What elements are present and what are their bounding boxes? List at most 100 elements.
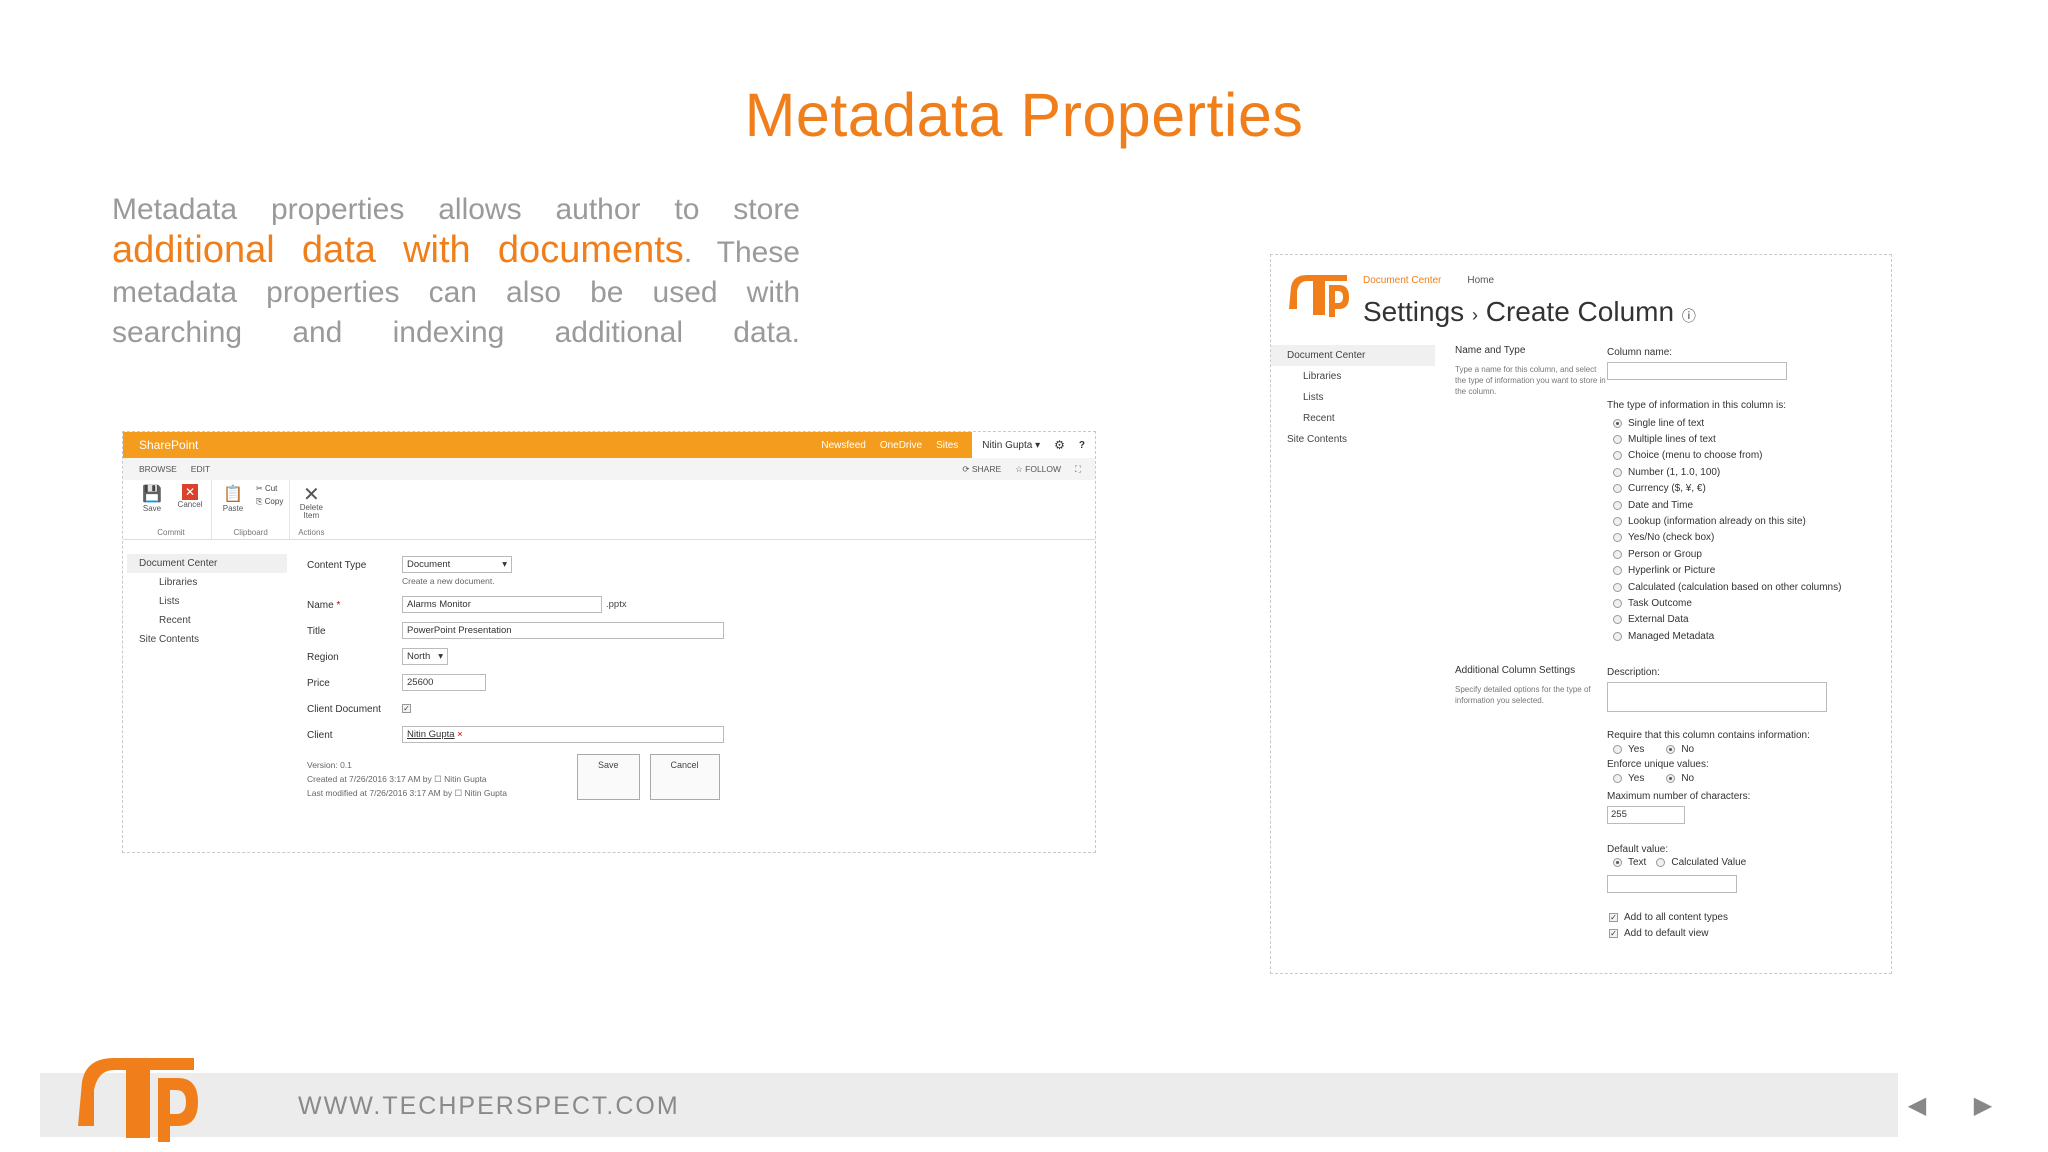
type-radio[interactable]: Calculated (calculation based on other c… [1613,579,1873,595]
type-radio[interactable]: Multiple lines of text [1613,431,1873,447]
content-type-select[interactable]: Document ▾ [402,556,512,573]
cut-button[interactable]: ✂ Cut [256,484,283,493]
tab-browse[interactable]: BROWSE [139,464,177,474]
link-sites[interactable]: Sites [936,440,958,451]
add-default-view-checkbox[interactable]: ✓ Add to default view [1609,926,1873,942]
require-no-radio[interactable]: No [1666,741,1694,757]
help-icon[interactable]: ? [1079,440,1085,451]
require-label: Require that this column contains inform… [1607,730,1810,741]
crumb-home[interactable]: Home [1467,275,1494,286]
unique-no-radio[interactable]: No [1666,770,1694,786]
paste-button[interactable]: 📋 Paste [218,484,248,513]
nav-libraries[interactable]: Libraries [1271,366,1435,387]
max-chars-input[interactable]: 255 [1607,805,1685,824]
previous-slide-arrow-icon[interactable]: ◀ [1902,1090,1932,1120]
nav-site-contents[interactable]: Site Contents [1271,429,1435,450]
type-radio[interactable]: Managed Metadata [1613,628,1873,644]
nav-document-center[interactable]: Document Center [1271,345,1435,366]
link-onedrive[interactable]: OneDrive [880,440,922,451]
no-label: No [1681,743,1695,755]
nav-recent[interactable]: Recent [1271,408,1435,429]
additional-settings-section: Additional Column Settings Specify detai… [1435,665,1607,942]
title-label: Title [307,626,326,637]
focus-icon[interactable]: ⛶ [1075,464,1081,475]
ribbon-cancel-label: Cancel [177,500,203,509]
suite-bar: SharePoint Newsfeed OneDrive Sites Nitin… [123,432,1095,458]
nav-libraries[interactable]: Libraries [127,573,287,592]
type-option-label: Currency ($, ¥, €) [1628,483,1706,495]
ribbon-save-button[interactable]: 💾 Save [137,484,167,513]
tab-edit[interactable]: EDIT [191,464,210,474]
remove-icon[interactable]: × [457,729,463,740]
link-newsfeed[interactable]: Newsfeed [821,440,865,451]
name-label: Name * [307,596,402,611]
region-select[interactable]: North ▾ [402,648,448,665]
share-button[interactable]: ⟳ SHARE [962,464,1001,475]
created-info: Created at 7/26/2016 3:17 AM by ☐ Nitin … [307,772,507,786]
sharepoint-brand[interactable]: SharePoint [139,438,198,452]
default-value-input[interactable] [1607,875,1737,894]
commit-group-label: Commit [157,528,185,537]
next-slide-arrow-icon[interactable]: ▶ [1968,1090,1998,1120]
radio-dot [1613,500,1622,510]
actions-group: ✕ Delete Item Actions [290,480,332,539]
max-chars-label: Maximum number of characters: [1607,790,1751,802]
footer-url[interactable]: WWW.TECHPERSPECT.COM [298,1092,680,1121]
type-radio[interactable]: Number (1, 1.0, 100) [1613,464,1873,480]
gear-icon[interactable]: ⚙ [1054,438,1065,452]
content-type-label: Content Type [307,560,367,571]
unique-yes-radio[interactable]: Yes [1613,770,1644,786]
created-by[interactable]: Nitin Gupta [444,774,487,784]
user-menu[interactable]: Nitin Gupta ▾ [982,440,1040,451]
yes-label: Yes [1628,773,1645,785]
nav-site-contents[interactable]: Site Contents [127,630,287,649]
required-marker: * [336,600,341,611]
title-input[interactable]: PowerPoint Presentation [402,622,724,639]
radio-dot [1613,598,1622,608]
price-input[interactable]: 25600 [402,674,486,691]
default-text-radio[interactable]: Text [1613,855,1646,871]
delete-item-button[interactable]: ✕ Delete Item [296,484,326,520]
content-type-hint: Create a new document. [402,576,495,586]
title-settings[interactable]: Settings [1363,296,1464,327]
type-radio[interactable]: Currency ($, ¥, €) [1613,481,1873,497]
type-radio[interactable]: Task Outcome [1613,595,1873,611]
save-button[interactable]: Save [576,754,640,800]
ribbon-cancel-button[interactable]: ✕ Cancel [175,484,205,513]
add-all-content-types-checkbox[interactable]: ✓ Add to all content types [1609,909,1873,925]
follow-button[interactable]: ☆ FOLLOW [1015,464,1061,475]
cancel-button[interactable]: Cancel [649,754,720,800]
type-radio[interactable]: External Data [1613,612,1873,628]
nav-lists[interactable]: Lists [127,592,287,611]
type-radio[interactable]: Person or Group [1613,546,1873,562]
ribbon-tabs: BROWSE EDIT ⟳ SHARE ☆ FOLLOW ⛶ [123,458,1095,480]
techperspect-logo-small [1289,275,1349,317]
type-radio[interactable]: Hyperlink or Picture [1613,563,1873,579]
type-radio[interactable]: Lookup (information already on this site… [1613,513,1873,529]
type-radio[interactable]: Date and Time [1613,497,1873,513]
info-icon[interactable]: ⓘ [1682,308,1696,324]
type-radio[interactable]: Yes/No (check box) [1613,530,1873,546]
modified-info: Last modified at 7/26/2016 3:17 AM by ☐ … [307,786,507,800]
nav-document-center[interactable]: Document Center [127,554,287,573]
share-icon: ⟳ [962,463,970,474]
type-option-label: Date and Time [1628,499,1694,511]
type-radio[interactable]: Single line of text [1613,415,1873,431]
copy-button[interactable]: ⎘ Copy [256,497,283,507]
nav-lists[interactable]: Lists [1271,387,1435,408]
description-textarea[interactable] [1607,682,1827,712]
modified-by[interactable]: Nitin Gupta [464,788,507,798]
checkbox-checked: ✓ [1609,929,1618,939]
type-option-label: External Data [1628,614,1689,626]
ribbon: 💾 Save ✕ Cancel Commit 📋 Paste ✂ Cut ⎘ C… [123,480,1095,540]
nav-recent[interactable]: Recent [127,611,287,630]
name-input[interactable]: Alarms Monitor [402,596,602,613]
type-radio[interactable]: Choice (menu to choose from) [1613,448,1873,464]
client-people-picker[interactable]: Nitin Gupta × [402,726,724,743]
require-yes-radio[interactable]: Yes [1613,741,1644,757]
content-type-value: Document [407,559,451,570]
default-calculated-radio[interactable]: Calculated Value [1656,855,1746,871]
column-name-input[interactable] [1607,362,1787,380]
crumb-document-center[interactable]: Document Center [1363,275,1441,286]
client-document-checkbox[interactable]: ✓ [402,704,411,713]
